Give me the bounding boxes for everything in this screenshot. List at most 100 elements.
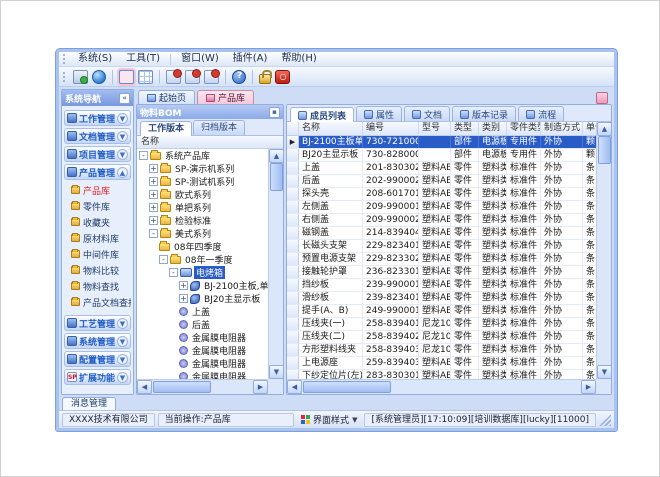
table-hscroll-thumb[interactable]: [303, 381, 391, 393]
member-tab-3[interactable]: 版本记录: [452, 106, 516, 121]
tree-item-12[interactable]: 上盖: [137, 305, 268, 318]
menu-item-3[interactable]: 窗口(W): [174, 52, 226, 66]
tree-item-17[interactable]: 金属膜电阻器: [137, 370, 268, 379]
scroll-up-icon[interactable]: ▲: [597, 122, 611, 136]
monitor-add-icon[interactable]: [73, 70, 88, 84]
sidebar-item-3[interactable]: 原材料库: [68, 230, 131, 246]
sidebar-item-6[interactable]: 物料查找: [68, 278, 131, 294]
row-selector[interactable]: ▶: [287, 136, 299, 148]
table-row[interactable]: 左侧盖209-990001-01X塑料ABS零件塑料类标准件外协条: [287, 201, 596, 214]
row-selector[interactable]: [287, 292, 299, 304]
chevron-down-icon[interactable]: ▼: [117, 354, 128, 365]
table-vscroll-thumb[interactable]: [598, 136, 611, 164]
menu-item-0[interactable]: 系统(S): [71, 52, 119, 66]
tree-vertical-scrollbar[interactable]: ▲ ▼: [268, 149, 283, 379]
row-selector[interactable]: [287, 240, 299, 252]
scroll-down-icon[interactable]: ▼: [269, 365, 283, 379]
resize-grip[interactable]: [599, 414, 611, 426]
lock-icon[interactable]: [259, 74, 271, 84]
tree-item-2[interactable]: +SP-测试机系列: [137, 175, 268, 188]
scroll-down-icon[interactable]: ▼: [597, 365, 611, 379]
table-row[interactable]: 下纱定位片(左)283-830301-00X塑料ABS零件塑料类标准件外协条: [287, 370, 596, 379]
column-header-0[interactable]: 名称: [299, 122, 363, 135]
bom-tab-0[interactable]: 工作版本: [140, 121, 192, 136]
logout-icon[interactable]: [275, 70, 290, 84]
row-selector[interactable]: [287, 253, 299, 265]
expand-icon[interactable]: +: [149, 190, 158, 199]
scroll-left-icon[interactable]: ◀: [137, 380, 152, 394]
row-selector[interactable]: [287, 175, 299, 187]
close-window-icon[interactable]: [166, 70, 181, 84]
tree-item-1[interactable]: +SP-演示机系列: [137, 162, 268, 175]
sidebar-section-0[interactable]: 工作管理▼: [64, 110, 131, 126]
tree-item-4[interactable]: +单把系列: [137, 201, 268, 214]
toolbar-grip[interactable]: [63, 72, 67, 82]
chevron-down-icon[interactable]: ▼: [117, 372, 128, 383]
row-selector[interactable]: [287, 318, 299, 330]
sidebar-section-2[interactable]: 项目管理▼: [64, 146, 131, 162]
table-row[interactable]: 提手(A、B)249-990001-01X塑料ABS零件塑料类标准件外协条: [287, 305, 596, 318]
tree-item-14[interactable]: 金属膜电阻器: [137, 331, 268, 344]
table-row[interactable]: 压线夹(一)258-839401-00X尼龙1010零件塑料类标准件外协条: [287, 318, 596, 331]
sidebar-section-4[interactable]: 工艺管理▼: [64, 315, 131, 331]
column-header-2[interactable]: 型号: [419, 122, 451, 135]
table-row[interactable]: 上盖201-830302-00X塑料ABS零件塑料类标准件外协条: [287, 162, 596, 175]
table-vertical-scrollbar[interactable]: ▲ ▼: [596, 122, 611, 379]
expand-icon[interactable]: +: [179, 281, 188, 290]
collapse-icon[interactable]: -: [159, 255, 168, 264]
tree-item-8[interactable]: -08年一季度: [137, 253, 268, 266]
row-selector[interactable]: [287, 357, 299, 369]
expand-icon[interactable]: +: [149, 203, 158, 212]
table-row[interactable]: 上电源座259-839403-00X塑料ABS零件塑料类标准件外协条: [287, 357, 596, 370]
sidebar-item-1[interactable]: 零件库: [68, 198, 131, 214]
message-manager-tab[interactable]: 消息管理: [62, 397, 116, 410]
menubar-grip[interactable]: [63, 54, 67, 64]
expand-icon[interactable]: +: [149, 177, 158, 186]
table-row[interactable]: 挡纱板239-990001-01X塑料ABS零件塑料类标准件外协条: [287, 279, 596, 292]
sidebar-section-5[interactable]: 系统管理▼: [64, 333, 131, 349]
tree-vscroll-thumb[interactable]: [270, 163, 283, 191]
tree-hscroll-thumb[interactable]: [153, 381, 211, 393]
expand-icon[interactable]: +: [149, 216, 158, 225]
help-icon[interactable]: [232, 70, 246, 84]
sidebar-section-6[interactable]: 配置管理▼: [64, 351, 131, 367]
tree-item-13[interactable]: 后盖: [137, 318, 268, 331]
scroll-up-icon[interactable]: ▲: [269, 149, 283, 163]
close-tab-icon[interactable]: [596, 92, 608, 104]
grid-view-icon[interactable]: [138, 70, 153, 84]
row-selector[interactable]: [287, 331, 299, 343]
table-row[interactable]: 探头壳208-601701-01X塑料ABS零件塑料类标准件外协条: [287, 188, 596, 201]
table-row[interactable]: 接触轮护罩236-823301-00X塑料ABS零件塑料类标准件外协条: [287, 266, 596, 279]
tree-horizontal-scrollbar[interactable]: ◀ ▶: [137, 379, 268, 394]
tree-item-6[interactable]: -美式系列: [137, 227, 268, 240]
column-header-5[interactable]: 零件类型: [507, 122, 541, 135]
table-row[interactable]: 压线夹(二)258-839402-00X尼龙1010零件塑料类标准件外协条: [287, 331, 596, 344]
member-tab-2[interactable]: 文档: [404, 106, 450, 121]
table-row[interactable]: 后盖202-990002-01X塑料ABS零件塑料类标准件外协条: [287, 175, 596, 188]
chevron-down-icon[interactable]: ▼: [117, 131, 128, 142]
tree-item-7[interactable]: 08年四季度: [137, 240, 268, 253]
collapse-icon[interactable]: -: [149, 229, 158, 238]
member-tab-1[interactable]: 属性: [356, 106, 402, 121]
tree-item-5[interactable]: +检验标准: [137, 214, 268, 227]
sidebar-section-7[interactable]: SP扩展功能▼: [64, 369, 131, 385]
table-row[interactable]: 预置电源支架229-823302-00X塑料ABS零件塑料类标准件外协条: [287, 253, 596, 266]
tree-item-11[interactable]: +BJ20主显示板: [137, 292, 268, 305]
menu-item-4[interactable]: 插件(A): [226, 52, 275, 66]
table-row[interactable]: ▶BJ-2100主板单点730-721000-12X部件电源板专用件外协颗: [287, 136, 596, 149]
tree-item-9[interactable]: -电烤箱: [137, 266, 268, 279]
sidebar-item-7[interactable]: 产品文档查找: [68, 294, 131, 310]
folder-view-icon[interactable]: [119, 70, 134, 84]
tree-item-10[interactable]: +BJ-2100主板,单点: [137, 279, 268, 292]
column-header-1[interactable]: 编号: [363, 122, 419, 135]
row-selector[interactable]: [287, 201, 299, 213]
table-row[interactable]: 右侧盖209-990002-01X塑料ABS零件塑料类标准件外协条: [287, 214, 596, 227]
sidebar-section-3[interactable]: 产品管理▲: [64, 164, 131, 180]
pin-panel-icon[interactable]: ▪: [269, 107, 280, 118]
sidebar-item-4[interactable]: 中间件库: [68, 246, 131, 262]
chevron-up-icon[interactable]: ▲: [117, 167, 128, 178]
sidebar-item-0[interactable]: 产品库: [68, 182, 131, 198]
menu-item-5[interactable]: 帮助(H): [274, 52, 323, 66]
collapse-icon[interactable]: -: [139, 151, 148, 160]
scroll-right-icon[interactable]: ▶: [581, 380, 596, 394]
